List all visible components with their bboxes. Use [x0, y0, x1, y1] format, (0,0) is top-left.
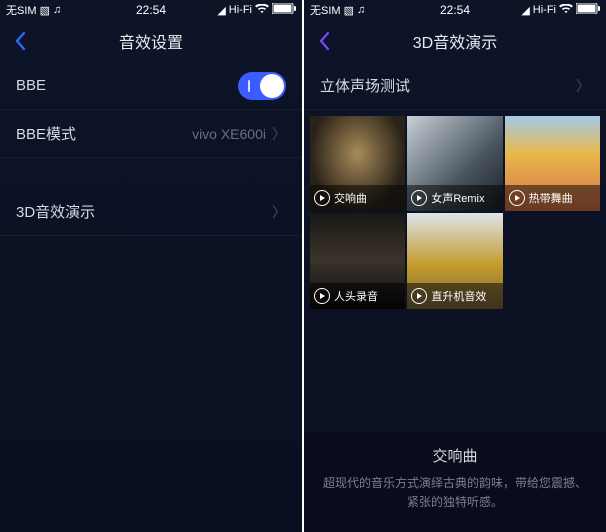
- play-circle-icon: [509, 190, 525, 206]
- tile-label: 女声Remix: [431, 190, 484, 206]
- chevron-right-icon: 〉: [272, 124, 286, 144]
- back-button[interactable]: [304, 20, 344, 62]
- photo-icon: ▧: [40, 4, 50, 17]
- footer-panel: 交响曲 超现代的音乐方式演绎古典的韵味，带给您震撼、紧张的独特听感。: [304, 431, 606, 532]
- mute-icon: ◢: [521, 4, 529, 17]
- tile-overlay: 交响曲: [310, 185, 405, 211]
- page-title: 3D音效演示: [413, 29, 497, 53]
- wifi-icon: [559, 4, 573, 17]
- demo-tile[interactable]: 交响曲: [310, 116, 405, 211]
- row-label: BBE: [16, 77, 46, 94]
- tile-label: 人头录音: [334, 288, 378, 304]
- music-note-icon: ♫: [357, 4, 365, 16]
- demo-tile[interactable]: 热带舞曲: [505, 116, 600, 211]
- content-right: 立体声场测试 〉 交响曲 女声Remix 热带舞曲人头录音 直升机音效 交响曲 超现代…: [304, 62, 606, 532]
- play-circle-icon: [411, 190, 427, 206]
- demo-grid: 交响曲 女声Remix 热带舞曲人头录音 直升机音效: [304, 110, 606, 315]
- footer-title: 交响曲: [322, 445, 588, 466]
- tile-overlay: 人头录音: [310, 283, 405, 309]
- tile-label: 热带舞曲: [529, 190, 573, 206]
- row-label: 3D音效演示: [16, 201, 95, 222]
- back-button[interactable]: [0, 20, 40, 62]
- chevron-left-icon: [14, 31, 26, 51]
- bbe-toggle[interactable]: [238, 72, 286, 100]
- page-title: 音效设置: [119, 29, 183, 53]
- play-circle-icon: [314, 288, 330, 304]
- tile-overlay: 直升机音效: [407, 283, 502, 309]
- footer-desc: 超现代的音乐方式演绎古典的韵味，带给您震撼、紧张的独特听感。: [322, 474, 588, 512]
- row-3d-demo[interactable]: 3D音效演示 〉: [0, 188, 302, 236]
- tile-label: 直升机音效: [431, 288, 486, 304]
- status-bar: 无SIM ▧ ♫ 22:54 ◢ Hi-Fi: [0, 0, 302, 20]
- content-left: BBE BBE模式 vivo XE600i 〉 3D音效演示 〉: [0, 62, 302, 532]
- row-value: vivo XE600i: [192, 126, 266, 142]
- chevron-left-icon: [318, 31, 330, 51]
- chevron-right-icon: 〉: [576, 76, 590, 96]
- carrier-text: 无SIM: [310, 2, 341, 18]
- hifi-text: Hi-Fi: [533, 4, 556, 16]
- phone-right: 无SIM ▧ ♫ 22:54 ◢ Hi-Fi 3D音效演示 立体声场测试 〉 交…: [304, 0, 606, 532]
- tile-label: 交响曲: [334, 190, 367, 206]
- play-circle-icon: [411, 288, 427, 304]
- wifi-icon: [255, 4, 269, 17]
- phone-left: 无SIM ▧ ♫ 22:54 ◢ Hi-Fi 音效设置 BBE: [0, 0, 302, 532]
- row-bbe: BBE: [0, 62, 302, 110]
- status-bar: 无SIM ▧ ♫ 22:54 ◢ Hi-Fi: [304, 0, 606, 20]
- demo-tile[interactable]: 人头录音: [310, 213, 405, 308]
- row-stereo-test[interactable]: 立体声场测试 〉: [304, 62, 606, 110]
- battery-icon: [272, 3, 296, 17]
- demo-tile[interactable]: 直升机音效: [407, 213, 502, 308]
- tile-overlay: 女声Remix: [407, 185, 502, 211]
- nav-bar: 3D音效演示: [304, 20, 606, 62]
- clock-text: 22:54: [440, 3, 470, 17]
- chevron-right-icon: 〉: [272, 202, 286, 222]
- music-note-icon: ♫: [53, 4, 61, 16]
- demo-tile[interactable]: 女声Remix: [407, 116, 502, 211]
- mute-icon: ◢: [217, 4, 225, 17]
- nav-bar: 音效设置: [0, 20, 302, 62]
- row-label: BBE模式: [16, 123, 76, 144]
- carrier-text: 无SIM: [6, 2, 37, 18]
- hifi-text: Hi-Fi: [229, 4, 252, 16]
- row-label: 立体声场测试: [320, 75, 410, 96]
- battery-icon: [576, 3, 600, 17]
- row-bbe-mode[interactable]: BBE模式 vivo XE600i 〉: [0, 110, 302, 158]
- play-circle-icon: [314, 190, 330, 206]
- photo-icon: ▧: [344, 4, 354, 17]
- clock-text: 22:54: [136, 3, 166, 17]
- tile-overlay: 热带舞曲: [505, 185, 600, 211]
